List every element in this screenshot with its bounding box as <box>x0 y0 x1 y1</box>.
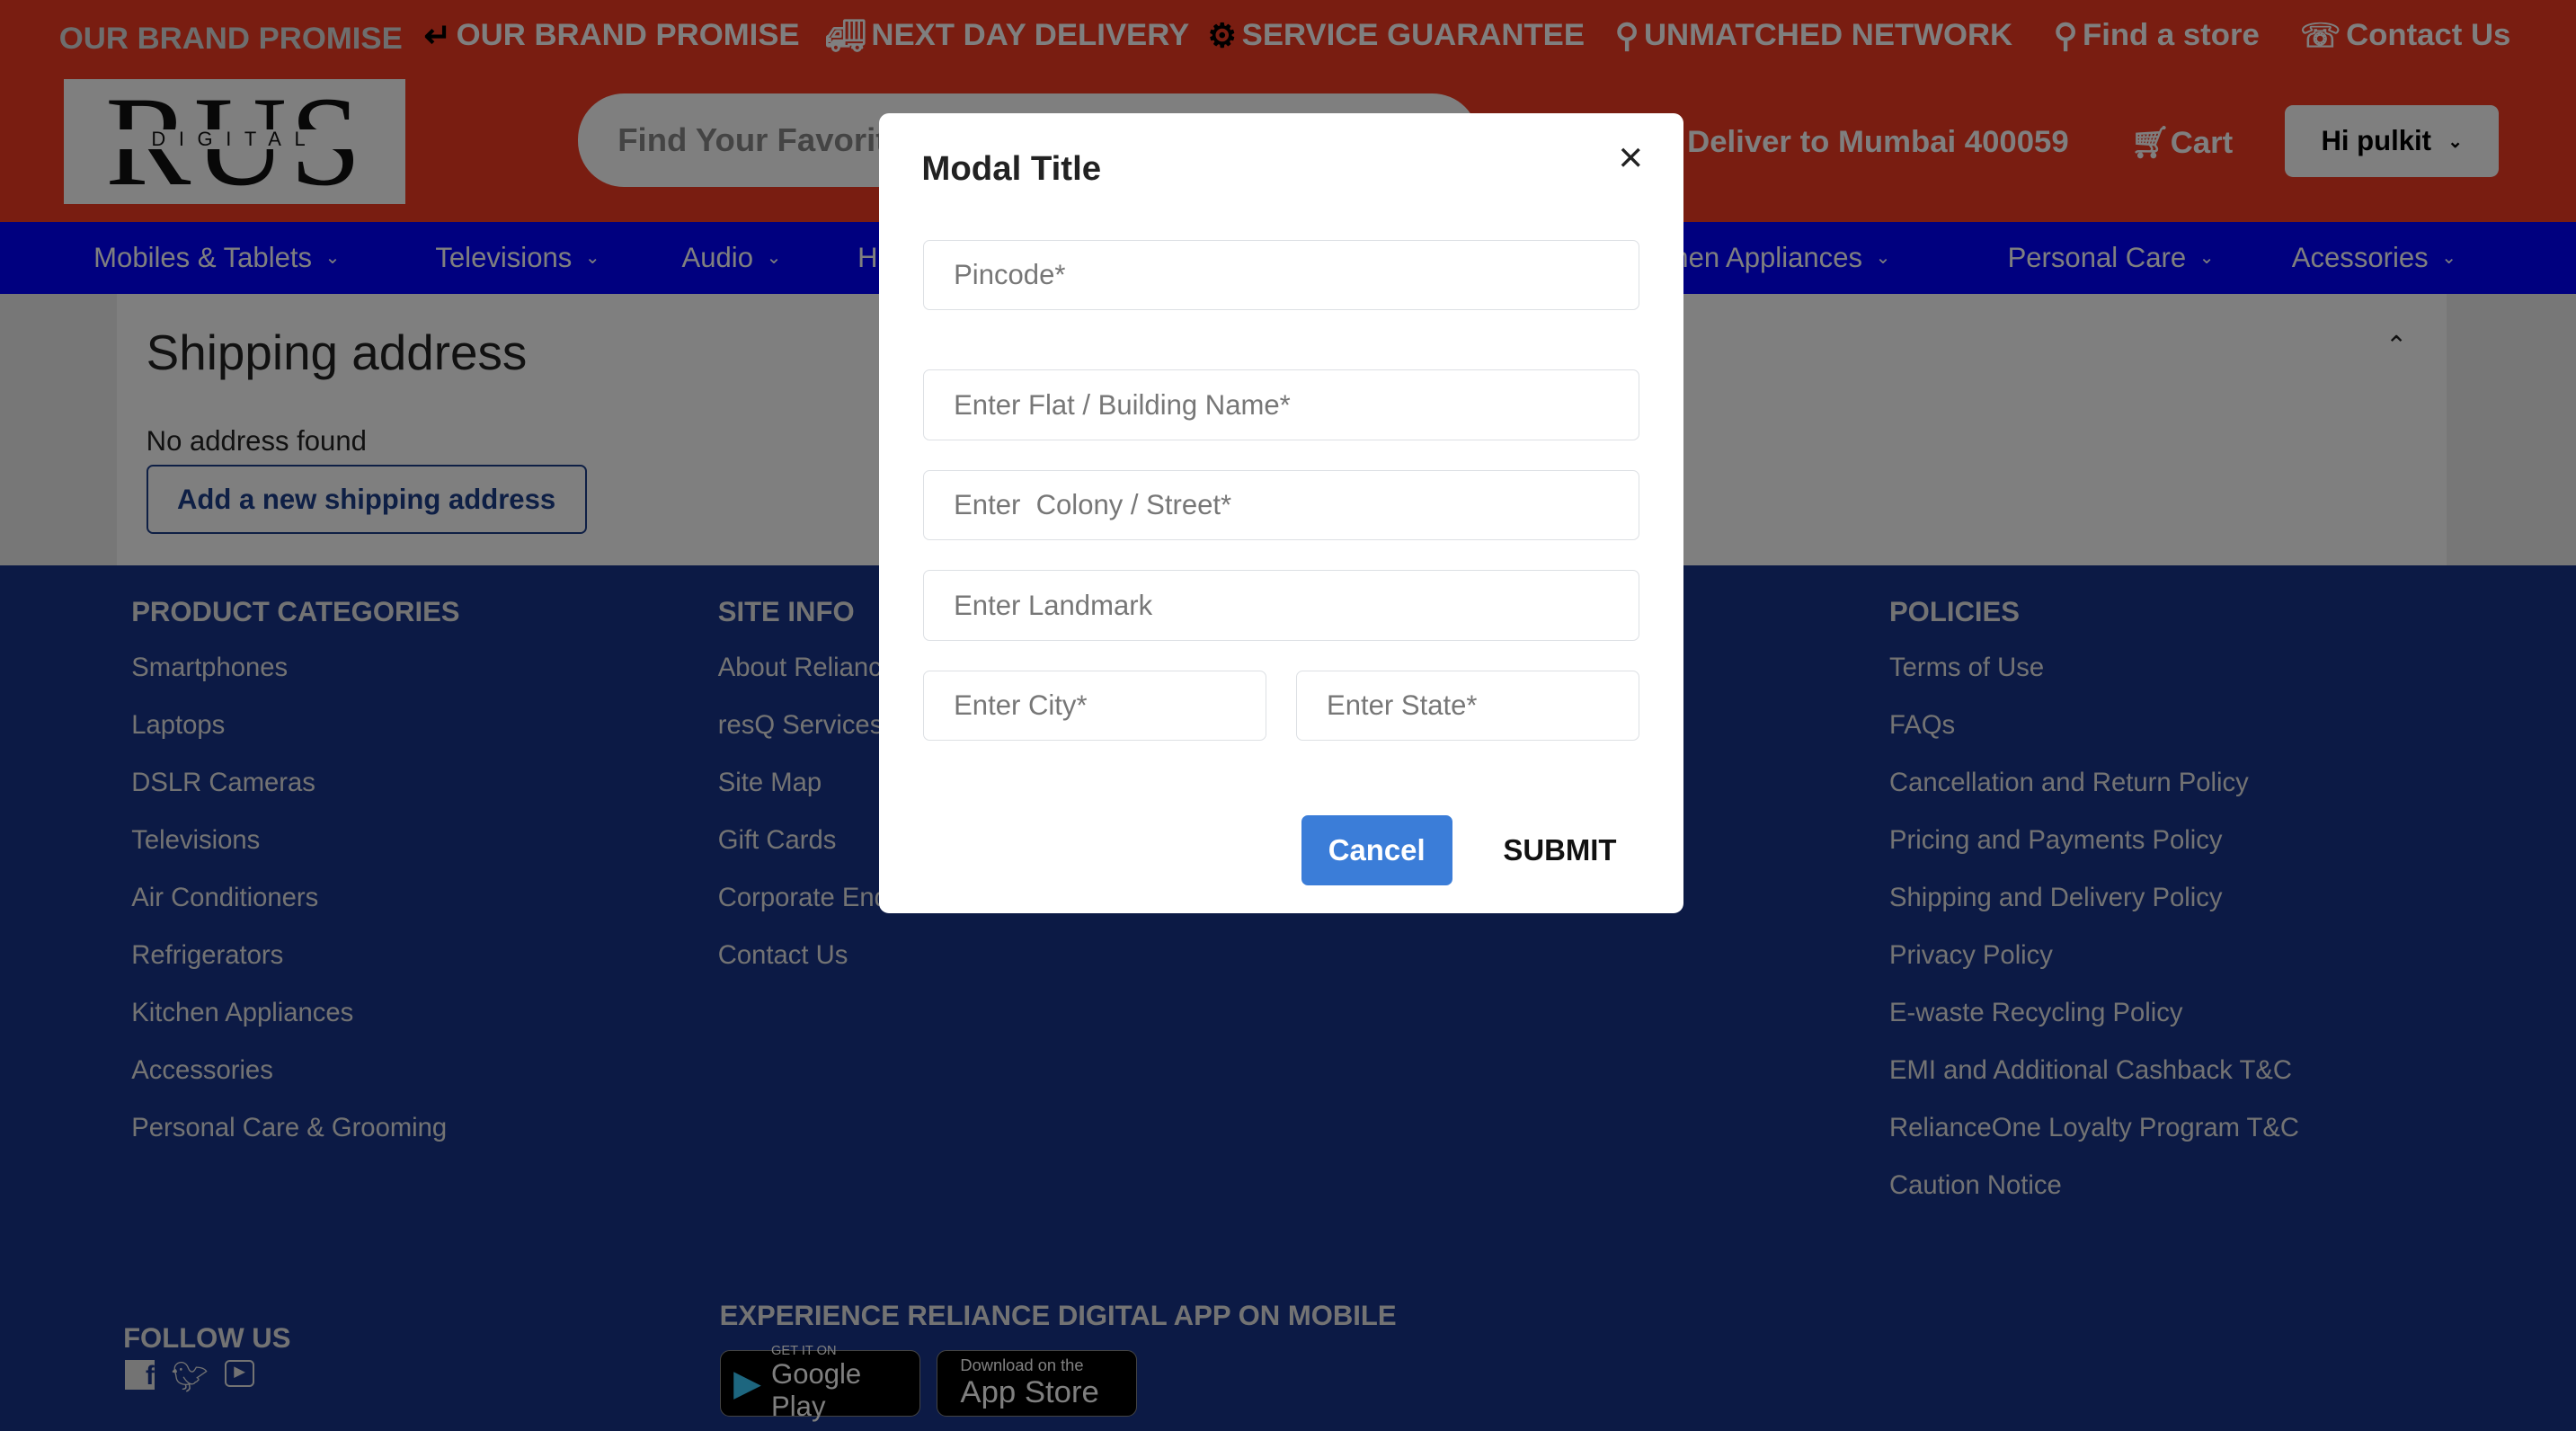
address-modal: Modal Title × Cancel SUBMIT <box>878 113 1684 914</box>
submit-button[interactable]: SUBMIT <box>1503 833 1616 867</box>
modal-title: Modal Title <box>921 149 1102 189</box>
pincode-input[interactable] <box>923 239 1640 311</box>
colony-street-input[interactable] <box>923 469 1640 541</box>
flat-building-input[interactable] <box>923 369 1640 440</box>
state-input[interactable] <box>1296 670 1640 742</box>
cancel-button[interactable]: Cancel <box>1301 814 1452 886</box>
landmark-input[interactable] <box>923 570 1640 641</box>
close-icon[interactable]: × <box>1618 133 1643 182</box>
page: OUR BRAND PROMISE ↵OUR BRAND PROMISE 🚚︎N… <box>0 0 2576 1431</box>
city-input[interactable] <box>923 670 1267 742</box>
